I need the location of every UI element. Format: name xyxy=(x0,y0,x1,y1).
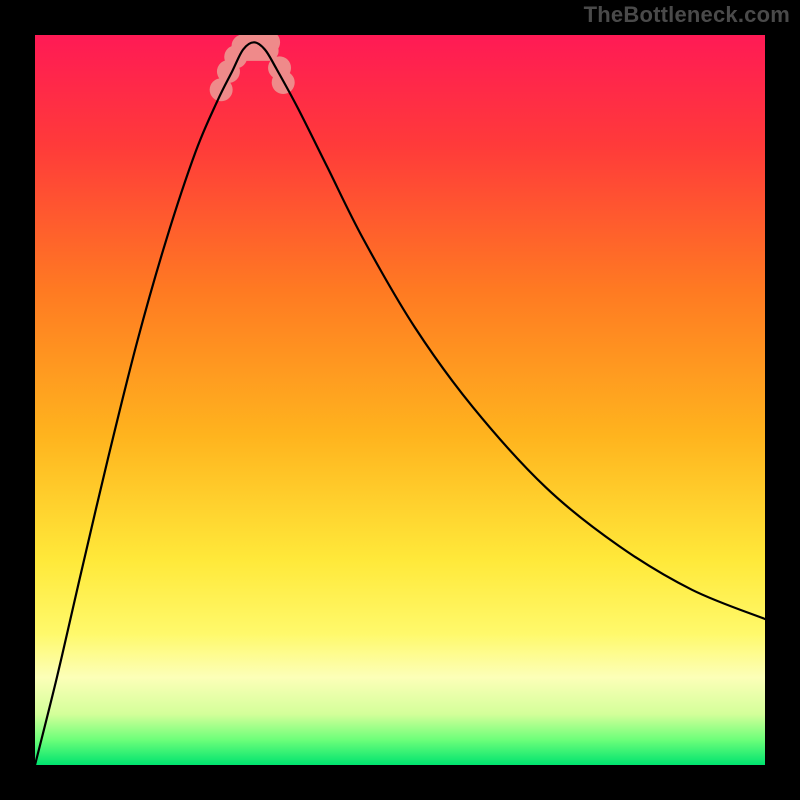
bottleneck-chart xyxy=(35,35,765,765)
gradient-background xyxy=(35,35,765,765)
chart-plot-area xyxy=(35,35,765,765)
attribution-text: TheBottleneck.com xyxy=(584,2,790,28)
